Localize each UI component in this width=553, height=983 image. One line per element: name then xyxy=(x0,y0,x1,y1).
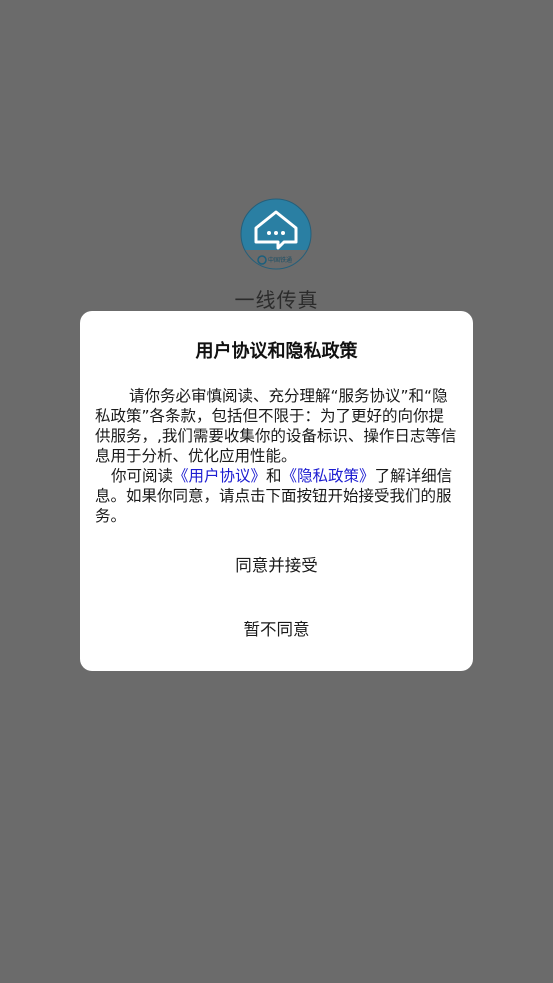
dialog-title: 用户协议和隐私政策 xyxy=(195,341,358,362)
privacy-dialog: 用户协议和隐私政策 请你务必审慎阅读、充分理解“服务协议”和“隐私政策”各条款，… xyxy=(80,311,473,671)
user-agreement-link[interactable]: 《用户协议》 xyxy=(173,467,266,485)
logo-text: 中国铁通 xyxy=(268,256,292,264)
agree-button[interactable]: 同意并接受 xyxy=(80,546,473,586)
dialog-paragraph-2: 你可阅读《用户协议》和《隐私政策》了解详细信息。如果你同意，请点击下面按钮开始接… xyxy=(95,466,459,526)
para2-prefix: 你可阅读 xyxy=(111,467,174,485)
dialog-body: 请你务必审慎阅读、充分理解“服务协议”和“隐私政策”各条款，包括但不限于：为了更… xyxy=(95,386,459,526)
app-name: 一线传真 xyxy=(234,288,319,312)
decline-button[interactable]: 暂不同意 xyxy=(80,610,473,650)
app-logo-icon: 中国铁通 xyxy=(240,198,312,270)
privacy-policy-link[interactable]: 《隐私政策》 xyxy=(282,467,375,485)
para2-and: 和 xyxy=(266,467,282,485)
dialog-paragraph-1: 请你务必审慎阅读、充分理解“服务协议”和“隐私政策”各条款，包括但不限于：为了更… xyxy=(95,387,457,465)
